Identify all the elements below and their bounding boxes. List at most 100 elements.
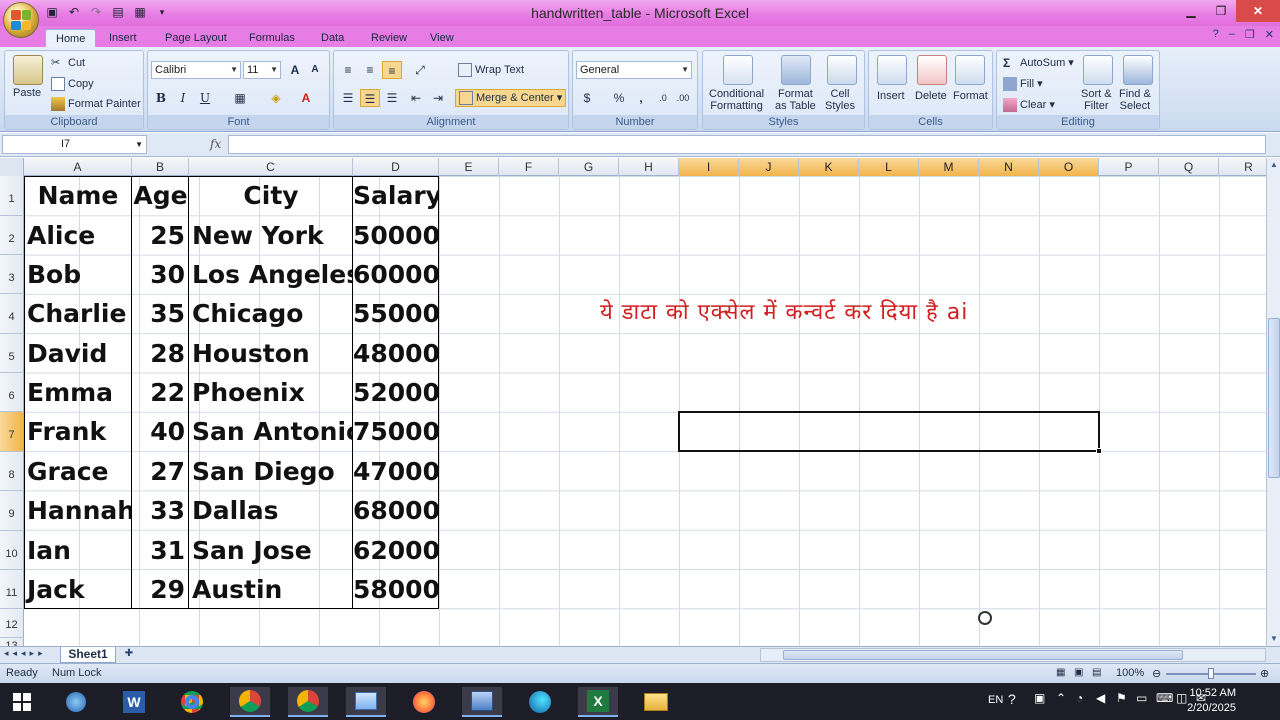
column-header[interactable]: C — [189, 158, 353, 176]
currency-button[interactable]: $ — [577, 89, 597, 107]
cell-age[interactable]: 25 — [132, 216, 189, 255]
tab-formulas[interactable]: Formulas — [249, 29, 295, 47]
clear-button[interactable]: Clear ▾ — [1003, 98, 1055, 113]
folder-app-icon[interactable] — [636, 687, 676, 717]
autosum-button[interactable]: Σ AutoSum ▾ — [1003, 56, 1074, 70]
cell-age[interactable]: 27 — [132, 452, 189, 491]
cell-age[interactable]: 22 — [132, 373, 189, 412]
cell-name[interactable]: Jack — [24, 570, 132, 609]
column-header[interactable]: H — [619, 158, 679, 176]
align-top-icon[interactable]: ≡ — [338, 61, 358, 79]
chrome-app-icon[interactable] — [172, 687, 212, 717]
tab-page-layout[interactable]: Page Layout — [165, 29, 227, 47]
cell-name[interactable]: Frank — [24, 412, 132, 452]
sort-filter-button[interactable]: Sort & Filter — [1081, 88, 1112, 112]
vertical-scroll-thumb[interactable] — [1268, 318, 1280, 478]
cell-salary[interactable]: 55000 — [353, 294, 439, 334]
chrome-app-icon-2[interactable] — [230, 687, 270, 717]
sheet-nav-arrows-icon[interactable]: ◂◂◂▸▸ — [4, 648, 47, 659]
align-center-icon[interactable]: ☰ — [360, 89, 380, 107]
header-cell-salary[interactable]: Salary — [353, 176, 439, 216]
column-header[interactable]: M — [919, 158, 979, 176]
font-name-select[interactable]: Calibri ▼ — [151, 61, 241, 79]
cell-salary[interactable]: 75000 — [353, 412, 439, 452]
align-bottom-icon[interactable]: ≡ — [382, 61, 402, 79]
windows-start-icon[interactable] — [2, 687, 42, 717]
tab-data[interactable]: Data — [321, 29, 344, 47]
close-button[interactable]: ✕ — [1236, 0, 1280, 22]
column-header[interactable]: N — [979, 158, 1039, 176]
row-header[interactable]: 2 — [0, 216, 24, 255]
cell-salary[interactable]: 58000 — [353, 570, 439, 609]
cell-name[interactable]: David — [24, 334, 132, 373]
horizontal-scrollbar[interactable] — [760, 648, 1266, 662]
cell-city[interactable]: Dallas — [189, 491, 353, 531]
language-indicator[interactable]: EN — [988, 694, 1003, 706]
orientation-icon[interactable]: ⤢ — [410, 61, 430, 79]
name-box[interactable]: I7 ▼ — [2, 135, 147, 154]
row-header[interactable]: 8 — [0, 452, 24, 491]
comma-button[interactable]: , — [631, 89, 651, 107]
column-header[interactable]: L — [859, 158, 919, 176]
column-header[interactable]: F — [499, 158, 559, 176]
wifi-tray-icon[interactable]: ◔ — [1076, 691, 1083, 705]
scroll-up-icon[interactable]: ▲ — [1267, 158, 1280, 172]
zoom-out-icon[interactable]: ⊖ — [1152, 667, 1161, 680]
column-header[interactable]: I — [679, 158, 739, 176]
insert-function-icon[interactable]: fx — [210, 137, 221, 151]
fill-handle[interactable] — [1096, 448, 1102, 454]
column-header[interactable]: K — [799, 158, 859, 176]
conditional-formatting-button[interactable]: Conditional Formatting — [709, 88, 764, 112]
header-cell-age[interactable]: Age — [132, 176, 189, 216]
cell-city[interactable]: Houston — [189, 334, 353, 373]
row-header[interactable]: 4 — [0, 294, 24, 334]
cell-name[interactable]: Bob — [24, 255, 132, 294]
cell-city[interactable]: Los Angeles — [189, 255, 353, 294]
align-middle-icon[interactable]: ≡ — [360, 61, 380, 79]
explorer-app-icon[interactable] — [56, 687, 96, 717]
paste-icon[interactable] — [13, 55, 43, 85]
flag-tray-icon[interactable]: ⚑ — [1116, 691, 1127, 705]
row-header[interactable]: 1 — [0, 176, 24, 216]
cut-button[interactable]: ✂ Cut — [51, 56, 85, 70]
font-color-icon[interactable]: A — [296, 89, 316, 107]
cell-styles-button[interactable]: Cell Styles — [825, 88, 855, 112]
cell-age[interactable]: 33 — [132, 491, 189, 531]
copy-button[interactable]: Copy — [51, 77, 94, 91]
increase-indent-icon[interactable]: ⇥ — [428, 89, 448, 107]
edge-app-icon[interactable] — [520, 687, 560, 717]
cell-age[interactable]: 40 — [132, 412, 189, 452]
cell-name[interactable]: Emma — [24, 373, 132, 412]
formula-input[interactable] — [228, 135, 1266, 154]
scroll-down-icon[interactable]: ▼ — [1267, 632, 1280, 646]
fill-color-icon[interactable]: ◈ — [266, 89, 286, 107]
column-header[interactable]: G — [559, 158, 619, 176]
row-header[interactable]: 7 — [0, 412, 24, 452]
column-header[interactable]: B — [132, 158, 189, 176]
insert-sheet-icon[interactable]: ✚ — [118, 648, 140, 662]
cell-city[interactable]: Chicago — [189, 294, 353, 334]
find-select-button[interactable]: Find & Select — [1119, 88, 1151, 112]
help-tray-icon[interactable]: ? — [1008, 691, 1016, 707]
excel-app-icon[interactable]: X — [578, 687, 618, 717]
zoom-slider-knob[interactable] — [1208, 668, 1214, 679]
shrink-font-button[interactable]: A — [305, 61, 325, 79]
tab-home[interactable]: Home — [45, 29, 97, 47]
underline-button[interactable]: U — [195, 89, 215, 107]
cell-age[interactable]: 30 — [132, 255, 189, 294]
wrap-text-button[interactable]: Wrap Text — [458, 63, 524, 77]
cell-salary[interactable]: 52000 — [353, 373, 439, 412]
decrease-decimal-icon[interactable]: .00 — [673, 89, 693, 107]
workbook-close-icon[interactable]: ✕ — [1265, 28, 1274, 41]
normal-view-icon[interactable]: ▦ — [1056, 667, 1065, 678]
cell-name[interactable]: Hannah — [24, 491, 132, 531]
cell-salary[interactable]: 60000 — [353, 255, 439, 294]
cell-city[interactable]: Phoenix — [189, 373, 353, 412]
minimize-button[interactable]: ▁ — [1176, 0, 1206, 22]
row-header[interactable]: 10 — [0, 531, 24, 570]
maximize-button[interactable]: ❐ — [1206, 0, 1236, 22]
cell-name[interactable]: Grace — [24, 452, 132, 491]
tab-view[interactable]: View — [430, 29, 454, 47]
column-header[interactable]: P — [1099, 158, 1159, 176]
cell-salary[interactable]: 62000 — [353, 531, 439, 570]
